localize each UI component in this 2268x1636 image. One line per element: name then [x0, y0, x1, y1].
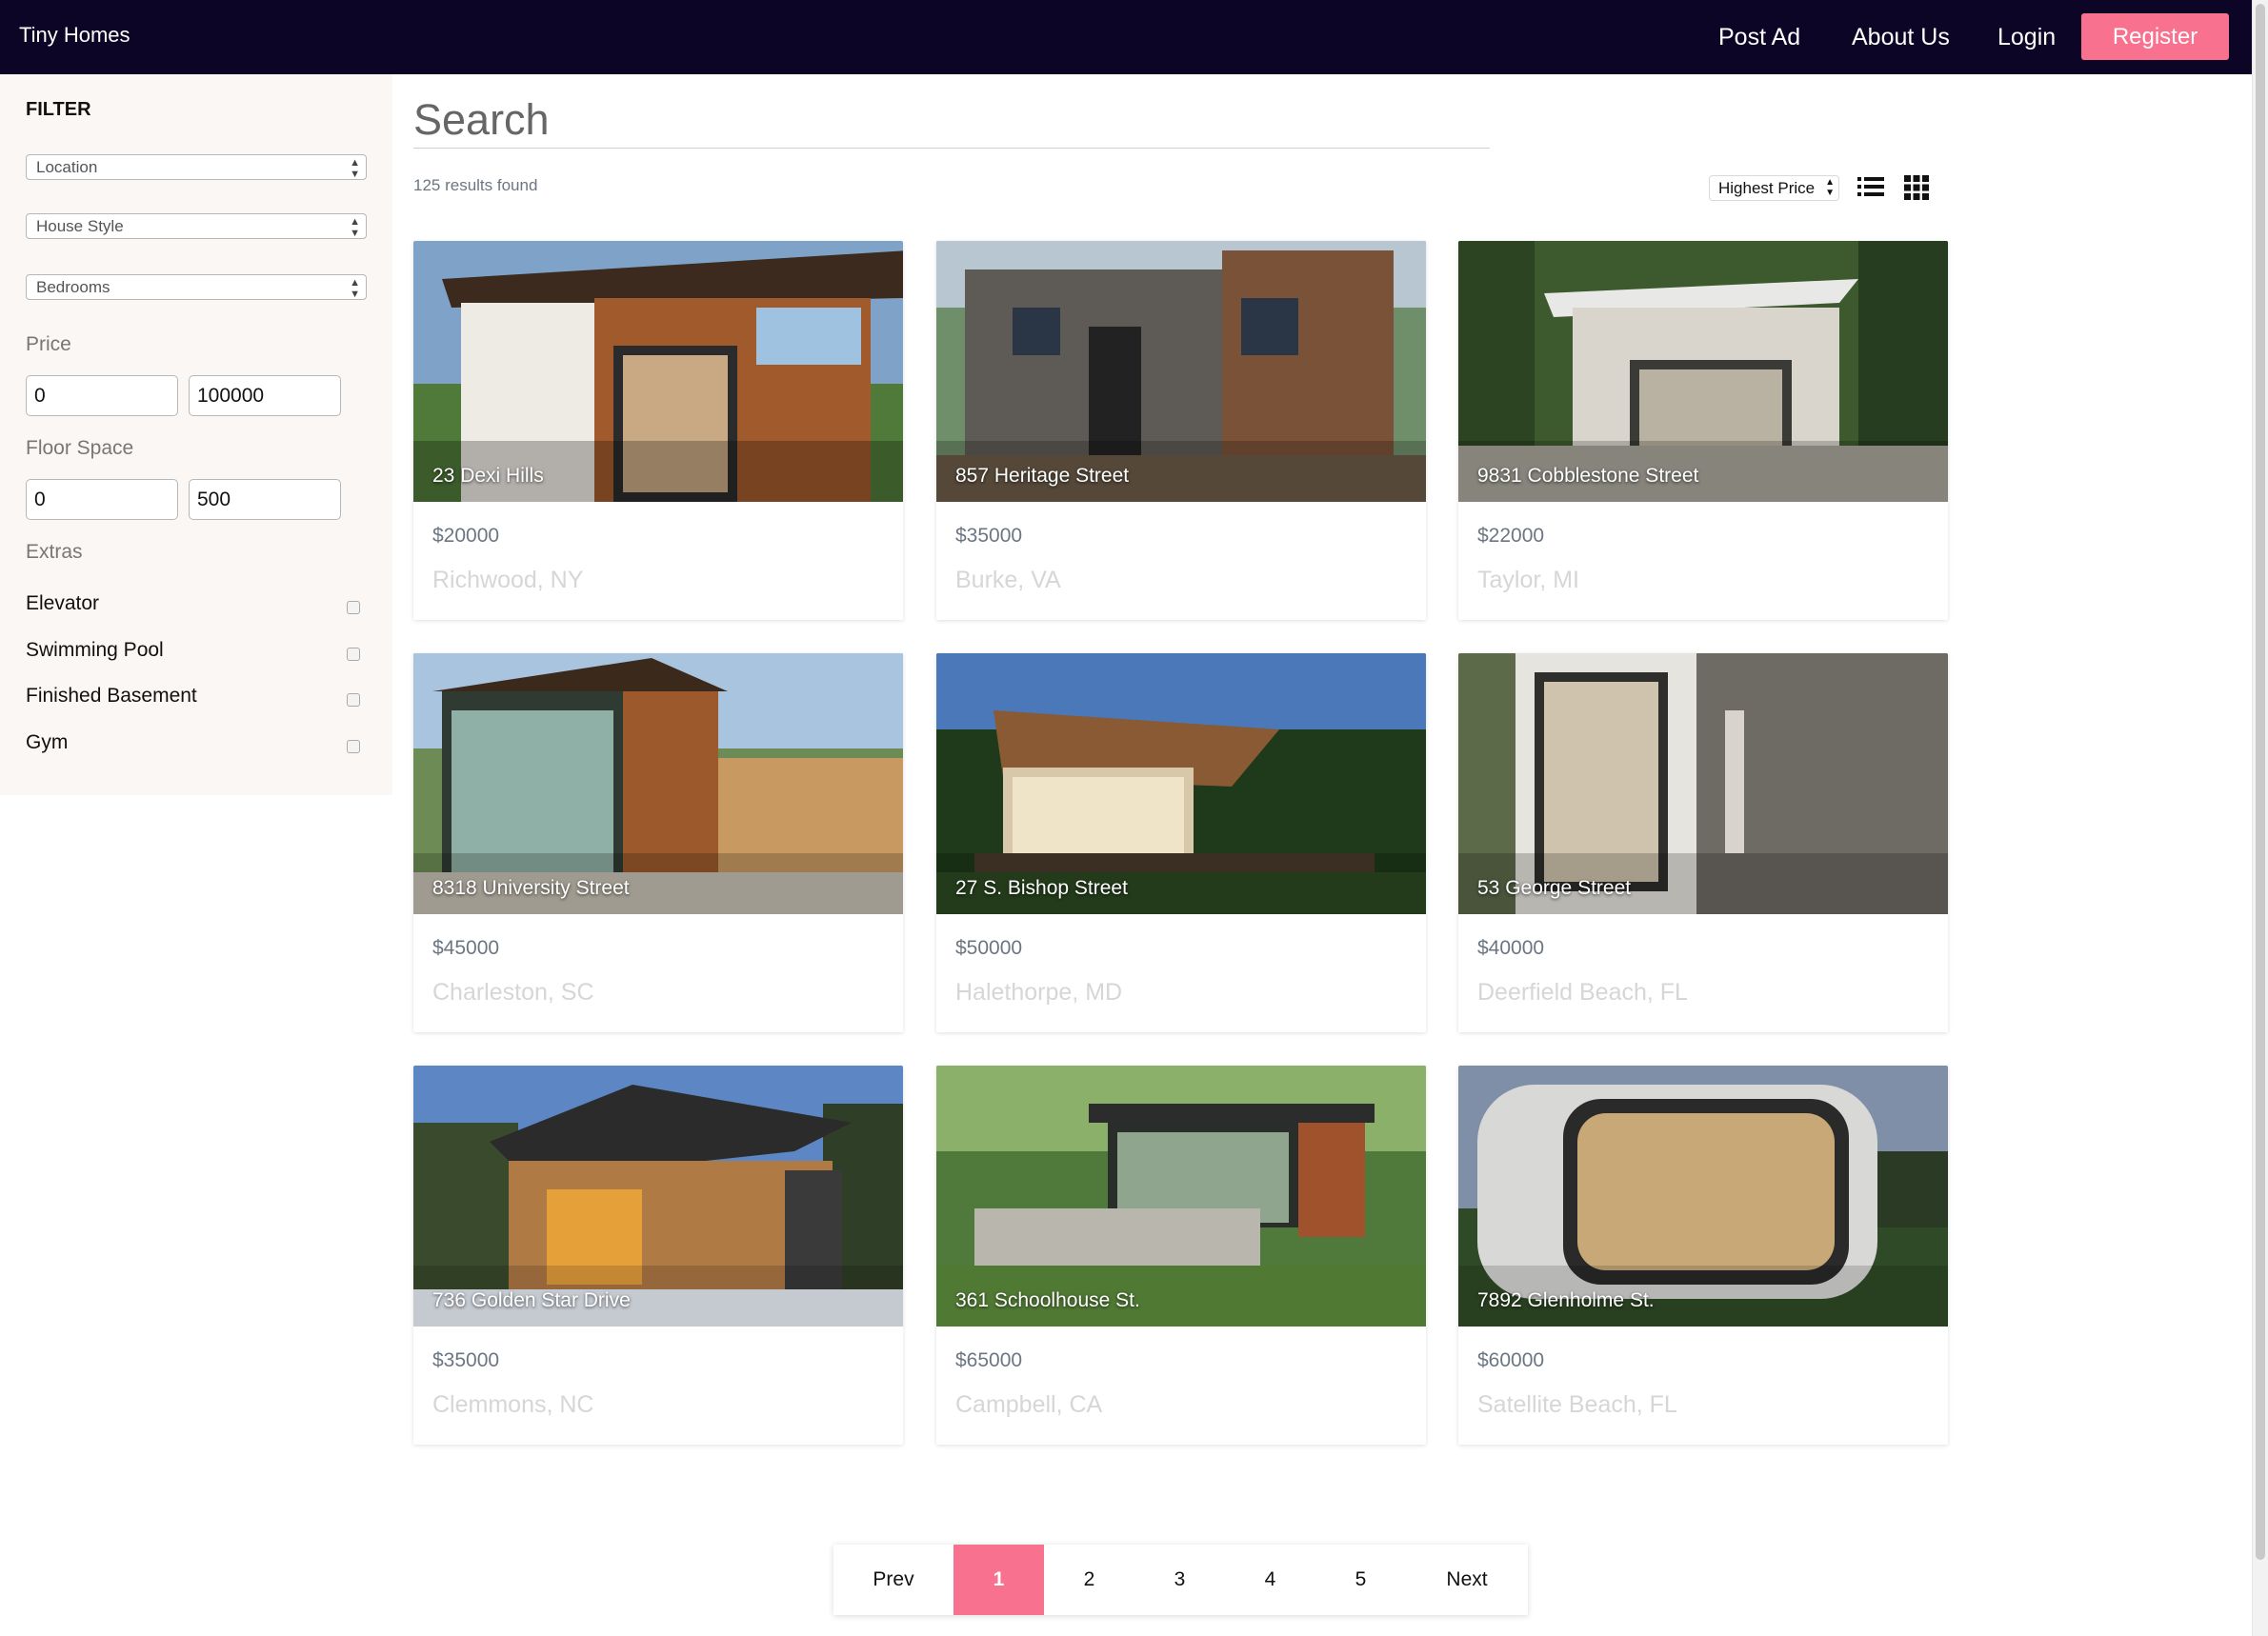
- listing-address: 7892 Glenholme St.: [1477, 1289, 1655, 1311]
- grid-view-icon[interactable]: [1904, 175, 1929, 200]
- top-navbar: Tiny Homes Post Ad About Us Login Regist…: [0, 0, 2252, 74]
- brand-logo[interactable]: Tiny Homes: [19, 23, 130, 48]
- login-link[interactable]: Login: [1997, 24, 2056, 51]
- listing-price: $35000: [955, 525, 1023, 547]
- listing-address: 53 George Street: [1477, 877, 1632, 899]
- extra-elevator-label: Elevator: [26, 592, 100, 614]
- pagination-page-2[interactable]: 2: [1044, 1545, 1134, 1615]
- listing-card[interactable]: 736 Golden Star Drive $35000 Clemmons, N…: [413, 1066, 903, 1445]
- listing-city: Taylor, MI: [1477, 567, 1579, 593]
- listing-photo[interactable]: [936, 653, 1426, 914]
- listing-photo[interactable]: [413, 241, 903, 502]
- filter-sidebar: FILTER Location ▲ ▼ House Style ▲ ▼ Bedroo…: [0, 74, 392, 795]
- location-select[interactable]: Location ▲ ▼: [26, 154, 367, 180]
- listing-card[interactable]: 8318 University Street $45000 Charleston…: [413, 653, 903, 1032]
- pagination-page-5[interactable]: 5: [1315, 1545, 1406, 1615]
- select-arrows-icon: ▲ ▼: [350, 157, 360, 180]
- listing-card[interactable]: 857 Heritage Street $35000 Burke, VA: [936, 241, 1426, 620]
- listing-photo[interactable]: [936, 1066, 1426, 1327]
- extra-pool-checkbox[interactable]: [347, 648, 360, 661]
- listing-card[interactable]: 7892 Glenholme St. $60000 Satellite Beac…: [1458, 1066, 1948, 1445]
- scrollbar-thumb[interactable]: [2256, 4, 2265, 1560]
- price-label: Price: [26, 333, 71, 355]
- pagination-page-3[interactable]: 3: [1134, 1545, 1225, 1615]
- listing-address: 23 Dexi Hills: [432, 465, 544, 487]
- page-scrollbar[interactable]: [2252, 0, 2268, 1636]
- listing-price: $35000: [432, 1349, 500, 1371]
- results-count: 125 results found: [413, 176, 538, 194]
- listing-price: $22000: [1477, 525, 1545, 547]
- listing-photo[interactable]: [413, 653, 903, 914]
- floor-min-input[interactable]: 0: [26, 479, 178, 520]
- extra-gym-label: Gym: [26, 731, 69, 753]
- about-us-link[interactable]: About Us: [1852, 24, 1950, 51]
- location-select-label: Location: [36, 158, 98, 176]
- listing-photo[interactable]: [1458, 653, 1948, 914]
- post-ad-link[interactable]: Post Ad: [1718, 24, 1800, 51]
- search-underline: [413, 148, 1490, 149]
- listing-card[interactable]: 23 Dexi Hills $20000 Richwood, NY: [413, 241, 903, 620]
- listing-price: $40000: [1477, 937, 1545, 959]
- listing-card[interactable]: 27 S. Bishop Street $50000 Halethorpe, M…: [936, 653, 1426, 1032]
- pagination: Prev 1 2 3 4 5 Next: [833, 1545, 1528, 1615]
- sort-select[interactable]: Highest Price ▲ ▼: [1709, 175, 1839, 201]
- house-style-select-label: House Style: [36, 217, 124, 235]
- listing-address: 361 Schoolhouse St.: [955, 1289, 1140, 1311]
- extra-pool-label: Swimming Pool: [26, 639, 164, 661]
- pagination-page-1[interactable]: 1: [953, 1545, 1044, 1615]
- listing-photo[interactable]: [1458, 241, 1948, 502]
- floor-max-input[interactable]: 500: [189, 479, 341, 520]
- listing-city: Clemmons, NC: [432, 1391, 594, 1418]
- house-style-select[interactable]: House Style ▲ ▼: [26, 213, 367, 239]
- listing-city: Satellite Beach, FL: [1477, 1391, 1677, 1418]
- price-min-input[interactable]: 0: [26, 375, 178, 416]
- listing-price: $65000: [955, 1349, 1023, 1371]
- list-view-icon[interactable]: [1857, 176, 1884, 197]
- listing-city: Charleston, SC: [432, 979, 594, 1006]
- search-input[interactable]: Search: [413, 95, 550, 145]
- select-arrows-icon: ▲ ▼: [1825, 177, 1835, 198]
- listing-address: 8318 University Street: [432, 877, 630, 899]
- filter-heading: FILTER: [26, 99, 91, 120]
- extra-basement-label: Finished Basement: [26, 685, 197, 707]
- price-max-input[interactable]: 100000: [189, 375, 341, 416]
- extra-gym-checkbox[interactable]: [347, 740, 360, 753]
- listing-photo[interactable]: [413, 1066, 903, 1327]
- listing-price: $60000: [1477, 1349, 1545, 1371]
- listing-card[interactable]: 53 George Street $40000 Deerfield Beach,…: [1458, 653, 1948, 1032]
- listing-address: 27 S. Bishop Street: [955, 877, 1128, 899]
- pagination-next-button[interactable]: Next: [1406, 1545, 1528, 1615]
- listing-price: $50000: [955, 937, 1023, 959]
- select-arrows-icon: ▲ ▼: [350, 277, 360, 300]
- listing-city: Richwood, NY: [432, 567, 584, 593]
- register-button[interactable]: Register: [2081, 13, 2229, 60]
- bedrooms-select-label: Bedrooms: [36, 278, 110, 296]
- pagination-page-4[interactable]: 4: [1225, 1545, 1315, 1615]
- pagination-prev-button[interactable]: Prev: [833, 1545, 953, 1615]
- bedrooms-select[interactable]: Bedrooms ▲ ▼: [26, 274, 367, 300]
- extras-label: Extras: [26, 541, 83, 563]
- select-arrows-icon: ▲ ▼: [350, 216, 360, 239]
- listing-address: 9831 Cobblestone Street: [1477, 465, 1699, 487]
- listing-city: Halethorpe, MD: [955, 979, 1123, 1006]
- listing-card[interactable]: 361 Schoolhouse St. $65000 Campbell, CA: [936, 1066, 1426, 1445]
- listing-photo[interactable]: [936, 241, 1426, 502]
- listing-address: 857 Heritage Street: [955, 465, 1130, 487]
- listing-address: 736 Golden Star Drive: [432, 1289, 631, 1311]
- listing-price: $20000: [432, 525, 500, 547]
- sort-select-label: Highest Price: [1718, 179, 1816, 197]
- extra-elevator-checkbox[interactable]: [347, 601, 360, 614]
- floor-space-label: Floor Space: [26, 437, 134, 459]
- listing-city: Burke, VA: [955, 567, 1061, 593]
- listing-photo[interactable]: [1458, 1066, 1948, 1327]
- listing-price: $45000: [432, 937, 500, 959]
- listing-card[interactable]: 9831 Cobblestone Street $22000 Taylor, M…: [1458, 241, 1948, 620]
- extra-basement-checkbox[interactable]: [347, 693, 360, 707]
- listing-city: Deerfield Beach, FL: [1477, 979, 1688, 1006]
- listing-city: Campbell, CA: [955, 1391, 1103, 1418]
